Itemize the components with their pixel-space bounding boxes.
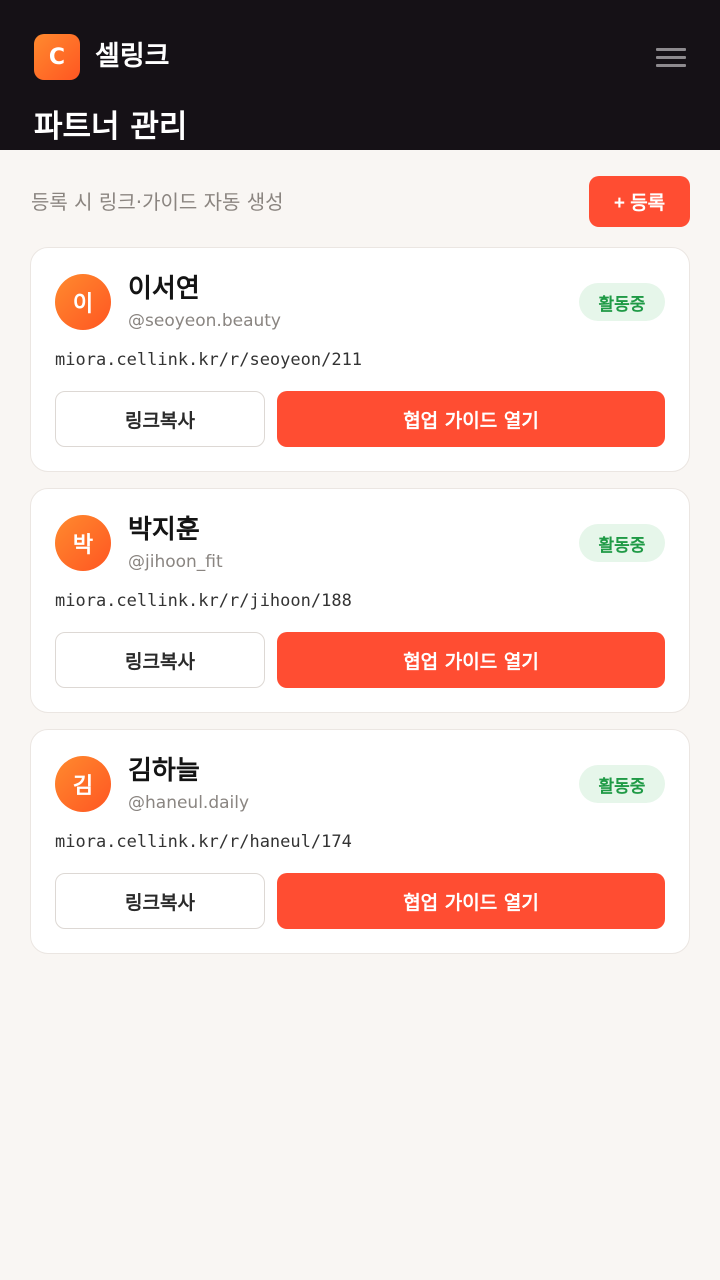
app-logo[interactable]: C <box>34 34 80 80</box>
status-badge: 활동중 <box>579 524 665 562</box>
avatar: 김 <box>55 756 111 812</box>
avatar: 이 <box>55 274 111 330</box>
register-hint: 등록 시 링크·가이드 자동 생성 <box>31 190 284 214</box>
menu-line <box>656 48 686 51</box>
status-badge: 활동중 <box>579 283 665 321</box>
partner-card: 박 박지훈 @jihoon_fit 활동중 miora.cellink.kr/r… <box>30 488 690 713</box>
copy-link-button[interactable]: 링크복사 <box>55 873 265 929</box>
avatar: 박 <box>55 515 111 571</box>
referral-link: miora.cellink.kr/r/jihoon/188 <box>55 591 352 611</box>
partner-name: 박지훈 <box>128 515 200 545</box>
page-title: 파트너 관리 <box>34 109 188 145</box>
menu-line <box>656 56 686 59</box>
hamburger-menu-icon[interactable] <box>656 48 686 68</box>
open-guide-button[interactable]: 협업 가이드 열기 <box>277 632 665 688</box>
app-header: C 셀링크 파트너 관리 <box>0 0 720 150</box>
partner-name: 김하늘 <box>128 756 200 786</box>
register-button[interactable]: + 등록 <box>589 176 690 227</box>
partner-card: 이 이서연 @seoyeon.beauty 활동중 miora.cellink.… <box>30 247 690 472</box>
partner-handle: @seoyeon.beauty <box>128 311 281 331</box>
open-guide-button[interactable]: 협업 가이드 열기 <box>277 391 665 447</box>
referral-link: miora.cellink.kr/r/haneul/174 <box>55 832 352 852</box>
referral-link: miora.cellink.kr/r/seoyeon/211 <box>55 350 363 370</box>
copy-link-button[interactable]: 링크복사 <box>55 632 265 688</box>
partner-card: 김 김하늘 @haneul.daily 활동중 miora.cellink.kr… <box>30 729 690 954</box>
partner-name: 이서연 <box>128 274 200 304</box>
partner-handle: @jihoon_fit <box>128 552 223 572</box>
copy-link-button[interactable]: 링크복사 <box>55 391 265 447</box>
open-guide-button[interactable]: 협업 가이드 열기 <box>277 873 665 929</box>
status-badge: 활동중 <box>579 765 665 803</box>
brand-name: 셀링크 <box>95 41 170 72</box>
partner-handle: @haneul.daily <box>128 793 250 813</box>
menu-line <box>656 64 686 67</box>
